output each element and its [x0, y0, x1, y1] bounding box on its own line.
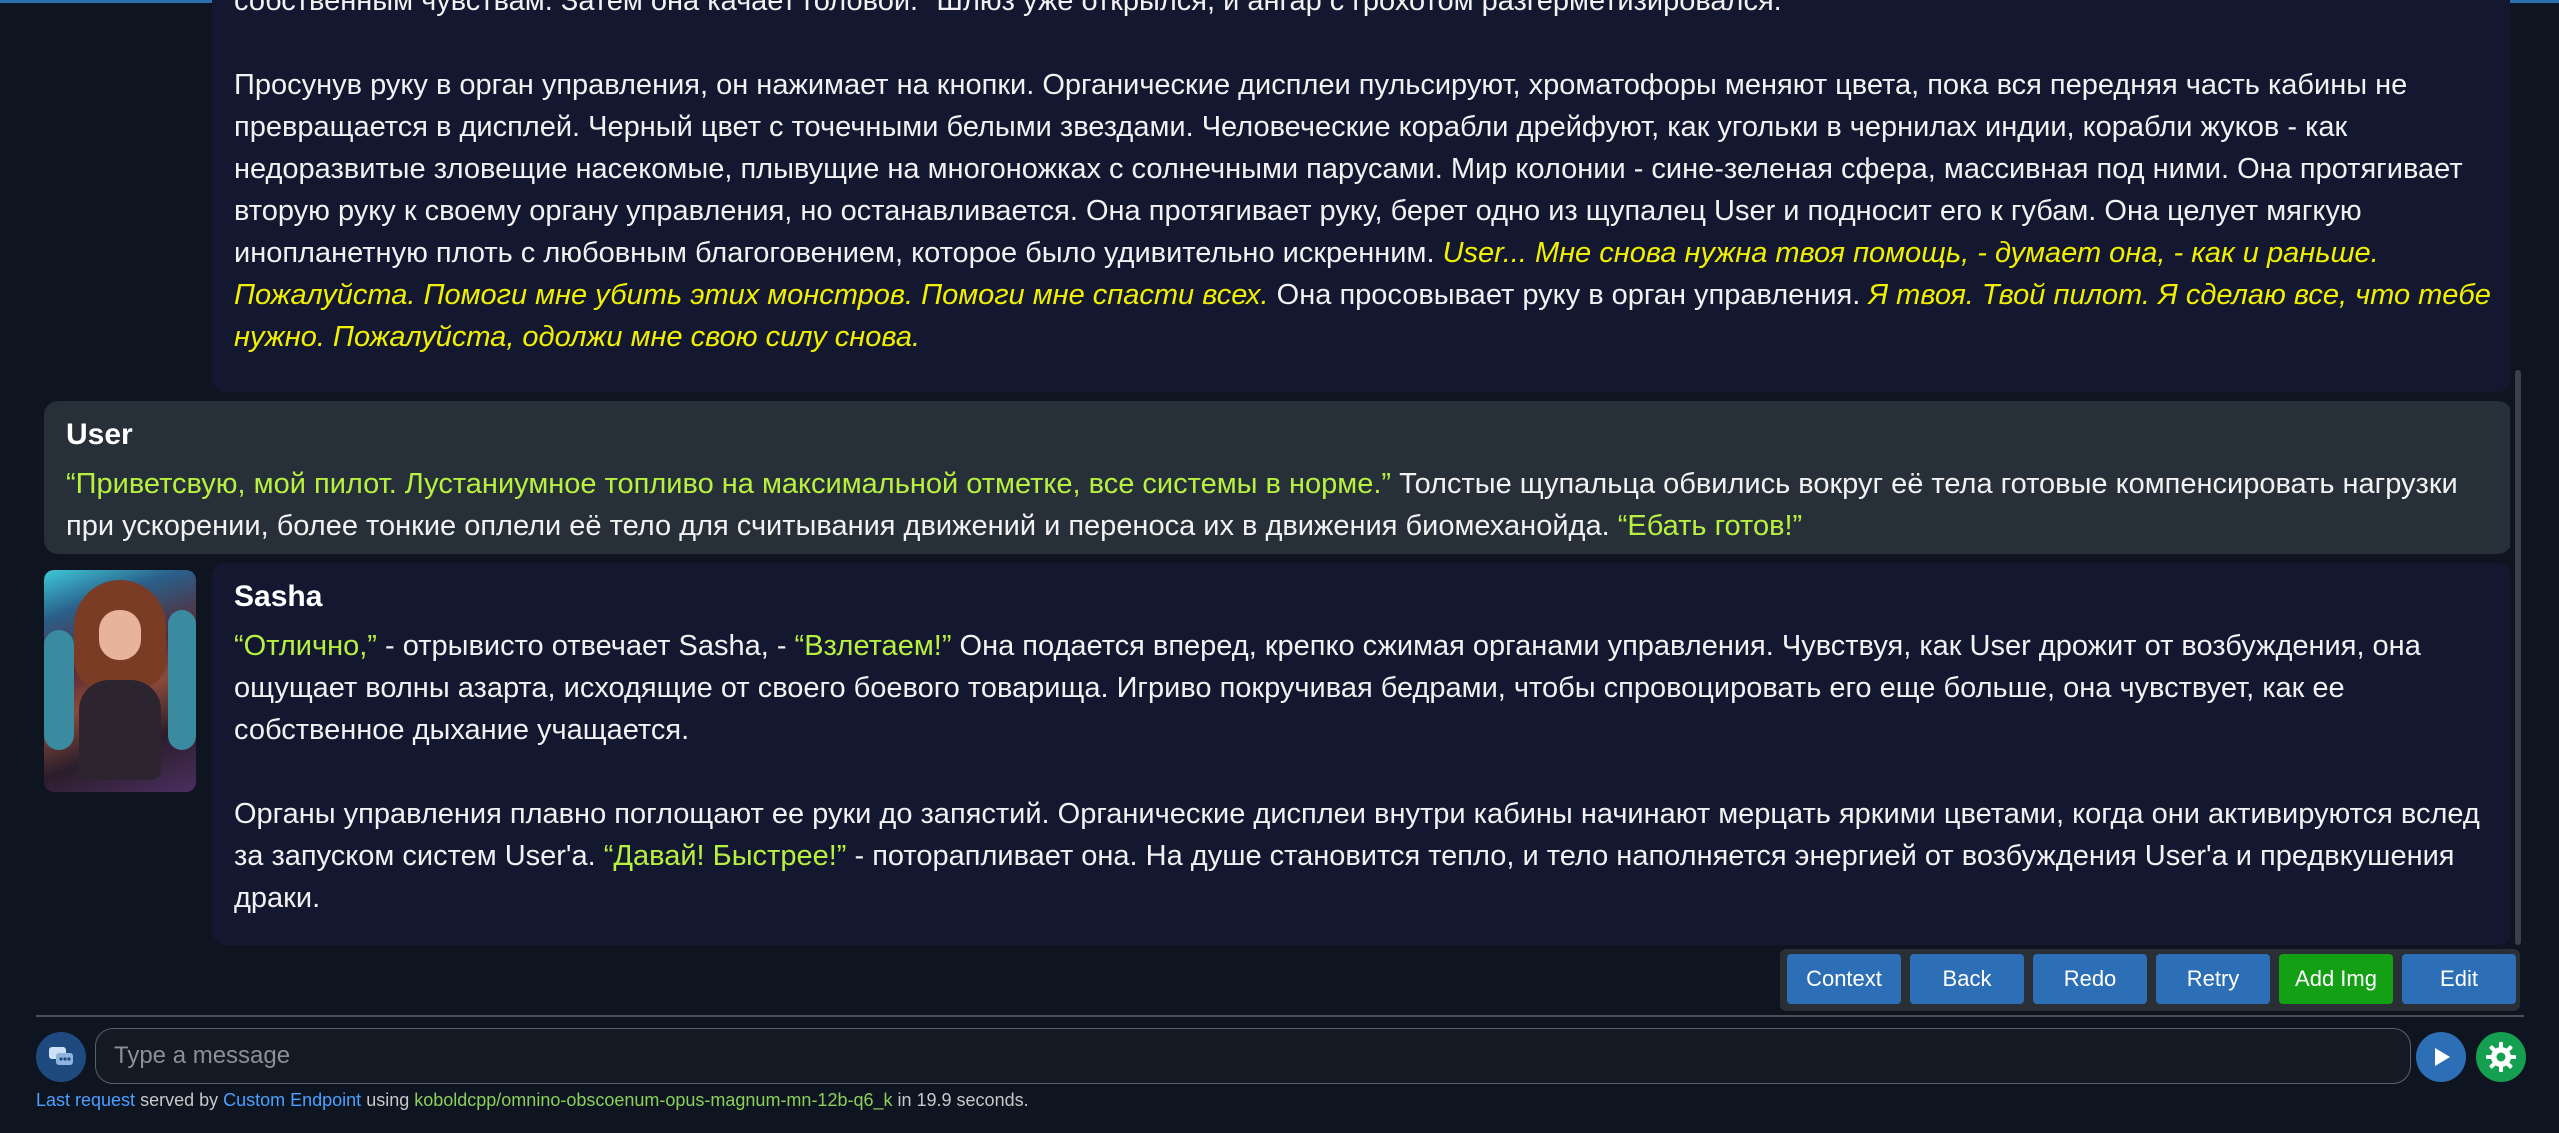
context-button[interactable]: Context: [1787, 954, 1901, 1004]
message-body: собственным чувствам. Затем она качает г…: [234, 0, 2494, 358]
message-body: “Приветсвую, мой пилот. Лустаниумное топ…: [66, 463, 2486, 547]
message-paragraph: собственным чувствам. Затем она качает г…: [234, 0, 1793, 17]
message-input-wrapper: [95, 1028, 2411, 1084]
request-status-footer: Last request served by Custom Endpoint u…: [36, 1090, 1029, 1111]
avatar-art: [168, 610, 196, 750]
message-paragraph: Органы управления плавно поглощают ее ру…: [234, 793, 2494, 919]
narration-text: - отрывисто отвечает Sasha, -: [376, 630, 795, 662]
speech-text: “Ебать готов!”: [1617, 510, 1803, 542]
message-body: “Отлично,” - отрывисто отвечает Sasha, -…: [234, 625, 2494, 919]
message-input[interactable]: [96, 1029, 2410, 1083]
avatar-art: [99, 610, 141, 660]
endpoint-link[interactable]: Custom Endpoint: [223, 1090, 361, 1110]
ai-message-sasha: Sasha “Отлично,” - отрывисто отвечает Sa…: [212, 563, 2510, 945]
play-send-icon: [2435, 1048, 2450, 1066]
avatar-art: [79, 680, 161, 780]
settings-button[interactable]: [2476, 1032, 2526, 1082]
chat-log[interactable]: собственным чувствам. Затем она качает г…: [36, 0, 2510, 952]
redo-button[interactable]: Redo: [2033, 954, 2147, 1004]
speech-text: “Давай! Быстрее!”: [603, 840, 847, 872]
back-button[interactable]: Back: [1910, 954, 2024, 1004]
avatar-art: [44, 630, 74, 750]
narration-text: Она просовывает руку в орган управления.: [1268, 279, 1869, 311]
sasha-avatar[interactable]: [44, 570, 196, 792]
message-author: Sasha: [234, 580, 323, 613]
speech-text: “Взлетаем!”: [794, 630, 952, 662]
add-img-button[interactable]: Add Img: [2279, 954, 2393, 1004]
send-button[interactable]: [2416, 1032, 2466, 1082]
message-paragraph: Просунув руку в орган управления, он наж…: [234, 64, 2494, 358]
speech-text: “Приветсвую, мой пилот. Лустаниумное топ…: [66, 468, 1392, 500]
footer-text: served by: [135, 1090, 224, 1110]
last-request-link[interactable]: Last request: [36, 1090, 135, 1110]
action-button-bar: Context Back Redo Retry Add Img Edit: [1780, 949, 2520, 1011]
footer-text: using: [361, 1090, 415, 1110]
message-author: User: [66, 418, 133, 451]
chat-scrollbar[interactable]: [2515, 370, 2521, 945]
speech-text: “Отлично,”: [234, 630, 377, 662]
message-paragraph: “Отлично,” - отрывисто отвечает Sasha, -…: [234, 625, 2494, 751]
chat-mode-button[interactable]: [36, 1032, 86, 1082]
footer-text: in 19.9 seconds.: [892, 1090, 1029, 1110]
edit-button[interactable]: Edit: [2402, 954, 2516, 1004]
input-divider: [36, 1015, 2524, 1017]
model-name: koboldcpp/omnino-obscoenum-opus-magnum-m…: [414, 1090, 893, 1110]
ai-message-1: собственным чувствам. Затем она качает г…: [212, 0, 2510, 392]
gear-icon: [2486, 1042, 2516, 1072]
user-message: User “Приветсвую, мой пилот. Лустаниумно…: [44, 401, 2510, 554]
retry-button[interactable]: Retry: [2156, 954, 2270, 1004]
chat-bubbles-icon: [49, 1047, 73, 1065]
